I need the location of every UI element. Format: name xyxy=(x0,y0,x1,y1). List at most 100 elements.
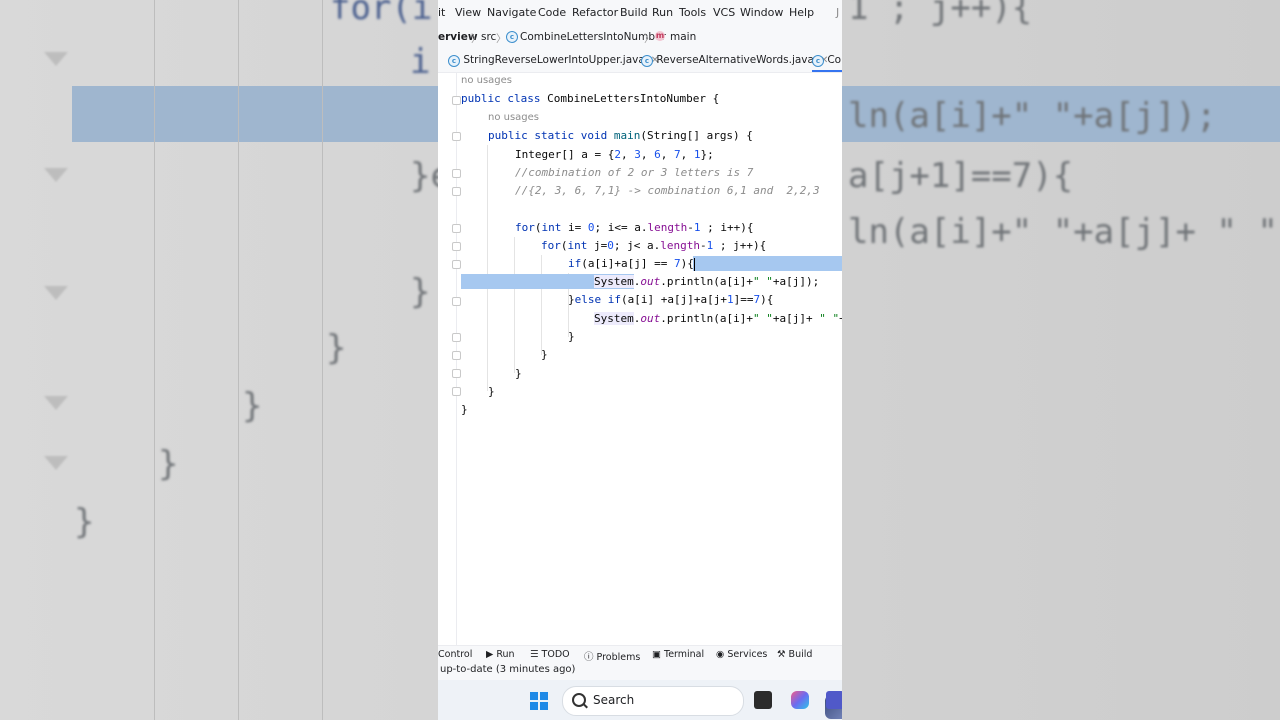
code-line-main: public static void main(String[] args) { xyxy=(488,129,753,143)
usages-hint[interactable]: no usages xyxy=(461,75,512,86)
toolwin-label: TODO xyxy=(541,649,570,660)
code-brace: } xyxy=(515,367,522,380)
keyword: if xyxy=(568,257,582,270)
windows-start-icon[interactable] xyxy=(530,692,548,710)
chevron-right-icon: 〉 xyxy=(471,33,482,45)
menu-code[interactable]: Code xyxy=(538,6,566,19)
toolwin-services[interactable]: ◉ Services xyxy=(716,649,767,660)
keyword: int xyxy=(541,221,562,234)
indent-guide xyxy=(487,145,488,391)
fold-icon[interactable] xyxy=(452,242,461,251)
toolwin-terminal[interactable]: ▣ Terminal xyxy=(652,649,704,660)
menu-build[interactable]: Build xyxy=(620,6,648,19)
code-text: + xyxy=(839,312,842,325)
background-guide xyxy=(154,0,155,720)
code-text: ; j< a. xyxy=(613,239,661,252)
background-guide xyxy=(322,0,323,720)
keyword: for xyxy=(515,221,535,234)
fold-marker-icon xyxy=(44,396,68,410)
chevron-right-icon: 〉 xyxy=(496,33,507,45)
status-text: up-to-date (3 minutes ago) xyxy=(440,664,576,675)
menu-view[interactable]: View xyxy=(455,6,481,19)
keyword: public static void xyxy=(488,129,608,142)
string-literal: " " xyxy=(752,312,773,325)
code-comment: //combination of 2 or 3 letters is 7 xyxy=(515,166,754,179)
code-brace: } xyxy=(488,385,495,398)
fold-icon[interactable] xyxy=(452,297,461,306)
method-name: main xyxy=(613,129,641,142)
fold-icon[interactable] xyxy=(452,369,461,378)
menu-window[interactable]: Window xyxy=(740,6,783,19)
menu-edit[interactable]: it xyxy=(438,6,445,19)
breadcrumb-src[interactable]: src xyxy=(481,31,496,43)
toolwin-problems[interactable]: ⓘ Problems xyxy=(584,649,640,663)
background-code: ln(a[i]+" "+a[j]+ " " xyxy=(848,212,1278,252)
teams-icon[interactable] xyxy=(826,691,842,709)
taskbar-search[interactable]: Search xyxy=(562,686,842,719)
menu-help[interactable]: Help xyxy=(789,6,814,19)
terminal-icon: ▣ xyxy=(652,649,664,660)
ide-window: it View Navigate Code Refactor Build Run… xyxy=(438,0,842,720)
fold-marker-icon xyxy=(44,168,68,182)
toolwin-build[interactable]: ⚒ Build xyxy=(777,649,812,660)
fold-icon[interactable] xyxy=(452,169,461,178)
background-code: for(i xyxy=(330,0,433,28)
menu-tools[interactable]: Tools xyxy=(679,6,706,19)
background-code: } xyxy=(326,328,347,368)
number-literal: 6 xyxy=(654,148,661,161)
status-bar: up-to-date (3 minutes ago) xyxy=(438,662,842,680)
fold-icon[interactable] xyxy=(452,387,461,396)
tab-reverse-alternative[interactable]: c ReverseAlternativeWords.java ✕ xyxy=(641,48,828,72)
code-line-if: if(a[i]+a[j] == 7){ xyxy=(568,257,695,271)
code-editor[interactable]: no usages public class CombineLettersInt… xyxy=(438,73,842,645)
usages-hint[interactable]: no usages xyxy=(488,112,539,123)
code-text: ; j++){ xyxy=(713,239,767,252)
fold-icon[interactable] xyxy=(452,351,461,360)
fold-marker-icon xyxy=(44,456,68,470)
menu-navigate[interactable]: Navigate xyxy=(487,6,536,19)
fold-marker-icon xyxy=(44,286,68,300)
indent-guide xyxy=(541,255,542,355)
toolwin-run[interactable]: ▶ Run xyxy=(486,649,515,660)
fold-icon[interactable] xyxy=(452,260,461,269)
toolwin-control[interactable]: Control xyxy=(438,649,472,660)
toolwin-todo[interactable]: ☰ TODO xyxy=(530,649,570,660)
number-literal: 0 xyxy=(587,221,595,234)
number-literal: 3 xyxy=(634,148,641,161)
code-text: ; i++){ xyxy=(700,221,754,234)
number-literal: 0 xyxy=(607,239,614,252)
indent-guide xyxy=(514,237,515,373)
code-text: - xyxy=(687,221,694,234)
background-guide xyxy=(238,0,239,720)
app-icon[interactable] xyxy=(754,691,772,709)
tab-combine-letters[interactable]: c Co xyxy=(812,48,842,72)
background-code: a[j+1]==7){ xyxy=(848,156,1074,196)
code-text: (String[] args) { xyxy=(640,129,753,142)
class-icon: c xyxy=(812,55,824,67)
search-label: Search xyxy=(593,693,635,707)
copilot-icon[interactable] xyxy=(791,691,809,709)
code-text: .println(a[i]+ xyxy=(660,312,753,325)
class-ref: System xyxy=(594,312,634,325)
fold-icon[interactable] xyxy=(452,132,461,141)
breadcrumb: erview 〉 src 〉 c CombineLettersIntoNumbe… xyxy=(438,26,842,48)
search-icon xyxy=(572,693,586,707)
fold-icon[interactable] xyxy=(452,224,461,233)
fold-icon[interactable] xyxy=(452,187,461,196)
background-code: } xyxy=(158,444,179,484)
class-icon: c xyxy=(448,55,460,67)
menu-refactor[interactable]: Refactor xyxy=(572,6,618,19)
menu-run[interactable]: Run xyxy=(652,6,673,19)
menu-vcs[interactable]: VCS xyxy=(713,6,735,19)
taskbar: Search xyxy=(438,680,842,720)
fold-icon[interactable] xyxy=(452,333,461,342)
class-icon: c xyxy=(641,55,653,67)
toolwin-label: Run xyxy=(496,649,515,660)
tab-string-reverse[interactable]: c StringReverseLowerIntoUpper.java ✕ xyxy=(448,48,659,72)
background-code: i xyxy=(410,42,431,82)
background-code: } xyxy=(74,502,95,542)
fold-icon[interactable] xyxy=(452,96,461,105)
toolwin-label: Terminal xyxy=(664,649,705,660)
fold-marker-icon xyxy=(44,52,68,66)
breadcrumb-method[interactable]: main xyxy=(670,31,696,43)
